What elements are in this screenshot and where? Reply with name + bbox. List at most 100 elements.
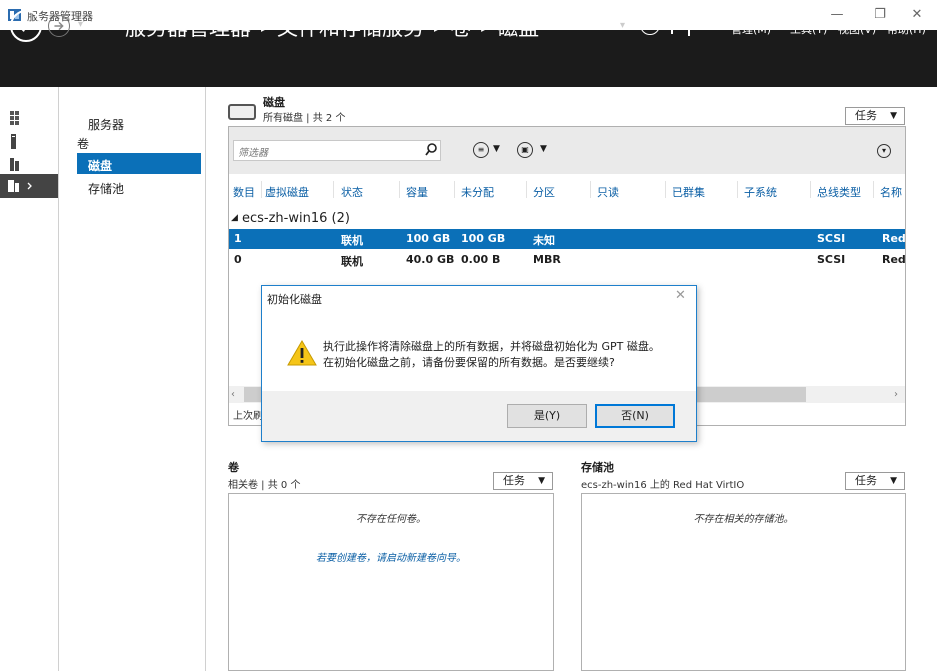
all-servers-icon[interactable] [8,153,30,175]
breadcrumb-server-manager[interactable]: 服务器管理器 [125,17,251,40]
menu-manage[interactable]: 管理(M) [731,21,771,37]
column-header-subsystem[interactable]: 子系统 [744,184,777,200]
cell-number: 1 [234,232,242,245]
scroll-right-icon[interactable]: › [894,389,898,400]
disk-section-subtitle: 所有磁盘 | 共 2 个 [263,113,346,124]
chevron-down-icon[interactable]: ▼ [540,144,547,154]
column-header-capacity[interactable]: 容量 [406,184,428,200]
no-button[interactable]: 否(N) [595,404,675,428]
volumes-empty-message: 不存在任何卷。 [356,514,426,525]
menu-help[interactable]: 帮助(H) [887,21,926,37]
cell-bus-type: SCSI [817,232,846,245]
warning-icon [287,340,317,366]
pools-subtitle: ecs-zh-win16 上的 Red Hat VirtIO [581,480,745,491]
breadcrumb-file-storage[interactable]: 文件和存储服务 [277,17,424,40]
column-separator [665,181,666,198]
column-header-status[interactable]: 状态 [341,184,363,200]
cell-status: 联机 [341,255,363,268]
new-volume-wizard-link[interactable]: 若要创建卷，请启动新建卷向导。 [228,549,554,564]
column-header-clustered[interactable]: 已群集 [672,184,705,200]
dialog-message-line2: 在初始化磁盘之前，请备份要保留的所有数据。是否要继续? [323,356,615,369]
last-refresh-text: 上次刷 [233,411,263,422]
disk-tasks-button[interactable]: 任务 ▼ [845,107,905,125]
column-separator [873,181,874,198]
disk-section-title: 磁盘 [263,96,285,109]
menu-tools[interactable]: 工具(T) [790,21,827,37]
column-header-bus-type[interactable]: 总线类型 [817,184,861,200]
cell-unallocated: 0.00 B [461,253,501,266]
chevron-down-icon[interactable]: ▼ [493,144,500,154]
group-collapse-icon[interactable]: ◢ [231,213,238,223]
column-separator [261,181,262,198]
breadcrumb-volumes[interactable]: 卷 [450,17,471,40]
tasks-label: 任务 [503,474,525,487]
search-icon[interactable] [425,143,437,157]
disk-section-icon [228,104,256,120]
cell-name: Red [882,232,906,245]
pools-empty-message: 不存在相关的存储池。 [693,514,794,525]
tasks-label: 任务 [855,474,877,487]
nav-item-servers[interactable]: 服务器 [88,116,124,133]
volumes-title: 卷 [228,461,239,474]
column-header-name[interactable]: 名称 [880,184,902,200]
breadcrumb-separator: ▸ [434,21,441,35]
breadcrumb-separator: ▸ [481,21,488,35]
breadcrumb-separator: ▸ [261,21,268,35]
nav-item-storage-pools[interactable]: 存储池 [88,180,124,197]
nav-item-disks[interactable]: 磁盘 [88,157,112,174]
column-header-readonly[interactable]: 只读 [597,184,619,200]
nav-pane [59,87,206,671]
volumes-tasks-button[interactable]: 任务 ▼ [493,472,553,490]
nav-item-volumes[interactable]: 卷 [77,135,89,152]
page-scrollbar[interactable] [928,87,937,671]
column-separator [590,181,591,198]
column-separator [399,181,400,198]
cell-unallocated: 100 GB [461,232,506,245]
group-header[interactable]: ecs-zh-win16 (2) [242,211,350,226]
cell-name: Red [882,253,906,266]
pools-title: 存储池 [581,461,614,474]
header-divider [671,18,673,34]
cell-capacity: 40.0 GB [406,253,455,266]
dialog-title: 初始化磁盘 [267,293,322,306]
header-dropdown-icon[interactable]: ▾ [620,20,625,31]
back-arrow-icon[interactable] [10,10,42,42]
column-header-number[interactable]: 数目 [233,184,255,200]
cell-number: 0 [234,253,242,266]
dialog-close-icon[interactable]: ✕ [675,288,686,303]
breadcrumb: 服务器管理器 ▸ 文件和存储服务 ▸ 卷 ▸ 磁盘 [125,12,539,42]
tasks-label: 任务 [855,109,877,122]
forward-arrow-icon[interactable] [48,15,70,37]
pools-tasks-button[interactable]: 任务 ▼ [845,472,905,490]
column-separator [526,181,527,198]
notifications-flag-icon[interactable] [688,14,702,36]
file-storage-icon[interactable] [6,175,38,197]
column-separator [810,181,811,198]
filter-placeholder: 筛选器 [238,148,268,159]
save-query-icon[interactable]: ▣ [517,142,533,158]
table-row-selected[interactable] [229,229,905,249]
chevron-down-icon: ▼ [538,476,545,486]
cell-partition: 未知 [533,234,555,247]
chevron-down-icon: ▼ [890,111,897,121]
column-separator [737,181,738,198]
breadcrumb-disks: 磁盘 [497,17,540,40]
cell-partition: MBR [533,253,561,266]
chevron-down-icon: ▼ [890,476,897,486]
refresh-icon[interactable] [640,15,660,35]
local-server-icon[interactable] [8,131,30,153]
history-dropdown-icon[interactable]: ▾ [78,19,83,30]
scroll-left-icon[interactable]: ‹ [231,389,235,400]
column-header-unallocated[interactable]: 未分配 [461,184,494,200]
list-options-icon[interactable]: ≡ [473,142,489,158]
column-separator [454,181,455,198]
cell-capacity: 100 GB [406,232,451,245]
expand-chevron-icon[interactable]: ▾ [877,144,891,158]
dashboard-icon[interactable] [8,107,30,129]
cell-status: 联机 [341,234,363,247]
yes-button[interactable]: 是(Y) [507,404,587,428]
column-header-virtual-disk[interactable]: 虚拟磁盘 [265,184,309,200]
menu-view[interactable]: 视图(V) [838,21,876,37]
column-header-partition[interactable]: 分区 [533,184,555,200]
table-row[interactable] [229,249,905,269]
